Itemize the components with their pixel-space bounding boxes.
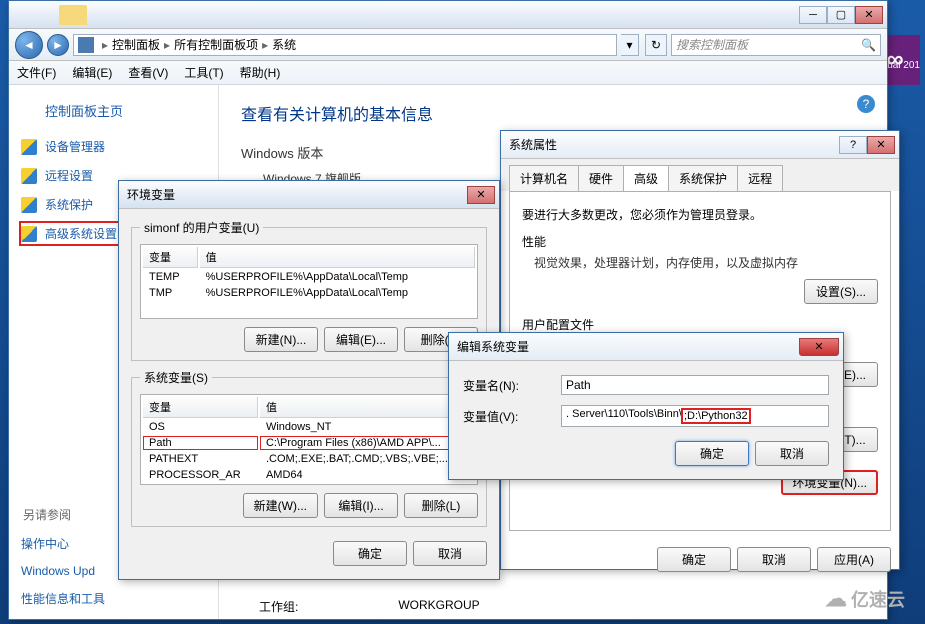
refresh-button[interactable]: ↻ (645, 34, 667, 56)
sysprops-ok-button[interactable]: 确定 (657, 547, 731, 572)
table-row: TMP%USERPROFILE%\AppData\Local\Temp (143, 286, 475, 300)
main-titlebar: ─ ▢ ✕ (9, 1, 887, 29)
sysprops-cancel-button[interactable]: 取消 (737, 547, 811, 572)
menu-bar: 文件(F) 编辑(E) 查看(V) 工具(T) 帮助(H) (9, 61, 887, 85)
shield-icon (21, 197, 37, 213)
crumb-1[interactable]: 控制面板 (112, 36, 160, 53)
shield-icon (21, 139, 37, 155)
user-edit-button[interactable]: 编辑(E)... (324, 327, 398, 352)
edit-variable-dialog: 编辑系统变量 ✕ 变量名(N): 变量值(V): . Server\110\To… (448, 332, 844, 480)
userprof-label: 用户配置文件 (522, 316, 878, 333)
perf-desc: 视觉效果，处理器计划，内存使用，以及虚拟内存 (534, 254, 878, 271)
search-input[interactable]: 搜索控制面板 🔍 (671, 34, 881, 56)
envvar-ok-button[interactable]: 确定 (333, 541, 407, 566)
shield-icon (21, 226, 37, 242)
sys-vars-legend: 系统变量(S) (140, 369, 212, 386)
var-value-input[interactable]: . Server\110\Tools\Binn\;D:\Python32 (561, 405, 829, 427)
user-new-button[interactable]: 新建(N)... (244, 327, 318, 352)
search-icon: 🔍 (861, 38, 876, 52)
breadcrumb[interactable]: ▸ 控制面板 ▸ 所有控制面板项 ▸ 系统 (73, 34, 617, 56)
sys-edit-button[interactable]: 编辑(I)... (324, 493, 398, 518)
tab-protection[interactable]: 系统保护 (668, 165, 738, 191)
minimize-button[interactable]: ─ (799, 6, 827, 24)
crumb-3[interactable]: 系统 (272, 36, 296, 53)
folder-tab-icon (59, 5, 87, 25)
menu-edit[interactable]: 编辑(E) (72, 64, 112, 81)
user-vars-table[interactable]: 变量值 TEMP%USERPROFILE%\AppData\Local\Temp… (140, 244, 478, 319)
menu-help[interactable]: 帮助(H) (240, 64, 281, 81)
var-name-input[interactable] (561, 375, 829, 395)
menu-view[interactable]: 查看(V) (128, 64, 168, 81)
perf-settings-button[interactable]: 设置(S)... (804, 279, 878, 304)
table-row: PATHEXT.COM;.EXE;.BAT;.CMD;.VBS;.VBE;... (143, 452, 475, 466)
envvar-cancel-button[interactable]: 取消 (413, 541, 487, 566)
close-button[interactable]: ✕ (855, 6, 883, 24)
editvar-ok-button[interactable]: 确定 (675, 441, 749, 466)
visual-studio-label: ual 201 (887, 60, 920, 71)
sysprops-close-button[interactable]: ✕ (867, 136, 895, 154)
editvar-cancel-button[interactable]: 取消 (755, 441, 829, 466)
sys-delete-button[interactable]: 删除(L) (404, 493, 478, 518)
nav-forward-button[interactable]: ► (47, 34, 69, 56)
editvar-title: 编辑系统变量 (457, 338, 529, 355)
shield-icon (21, 168, 37, 184)
control-panel-icon (78, 37, 94, 53)
help-icon[interactable]: ? (857, 95, 875, 113)
sys-new-button[interactable]: 新建(W)... (243, 493, 318, 518)
sysprops-help-button[interactable]: ? (839, 136, 867, 154)
table-row: PROCESSOR_ARAMD64 (143, 468, 475, 482)
maximize-button[interactable]: ▢ (827, 6, 855, 24)
menu-file[interactable]: 文件(F) (17, 64, 56, 81)
editvar-close-button[interactable]: ✕ (799, 338, 839, 356)
main-heading: 查看有关计算机的基本信息 (241, 101, 865, 125)
workgroup-label: 工作组: (259, 598, 298, 615)
sysprops-apply-button[interactable]: 应用(A) (817, 547, 891, 572)
sys-vars-fieldset: 系统变量(S) 变量值 OSWindows_NT PathC:\Program … (131, 369, 487, 527)
see-also-perf-info[interactable]: 性能信息和工具 (19, 586, 208, 611)
envvar-title: 环境变量 (127, 186, 175, 203)
sysprops-title: 系统属性 (509, 136, 557, 153)
crumb-2[interactable]: 所有控制面板项 (174, 36, 258, 53)
sysprops-tabs: 计算机名 硬件 高级 系统保护 远程 (501, 159, 899, 191)
table-row: OSWindows_NT (143, 420, 475, 434)
table-row-path: PathC:\Program Files (x86)\AMD APP\... (143, 436, 475, 450)
tab-advanced[interactable]: 高级 (623, 165, 669, 191)
perf-label: 性能 (522, 233, 878, 250)
admin-note: 要进行大多数更改，您必须作为管理员登录。 (522, 206, 878, 223)
menu-tools[interactable]: 工具(T) (184, 64, 223, 81)
watermark: ☁ 亿速云 (825, 586, 905, 612)
var-value-label: 变量值(V): (463, 408, 543, 425)
value-highlight: ;D:\Python32 (681, 408, 751, 424)
workgroup-value: WORKGROUP (398, 598, 479, 615)
sys-vars-table[interactable]: 变量值 OSWindows_NT PathC:\Program Files (x… (140, 394, 478, 485)
sidebar-item-device-manager[interactable]: 设备管理器 (19, 134, 208, 159)
cloud-icon: ☁ (825, 586, 847, 612)
nav-back-button[interactable]: ◄ (15, 31, 43, 59)
env-variables-dialog: 环境变量 ✕ simonf 的用户变量(U) 变量值 TEMP%USERPROF… (118, 180, 500, 580)
envvar-close-button[interactable]: ✕ (467, 186, 495, 204)
nav-bar: ◄ ► ▸ 控制面板 ▸ 所有控制面板项 ▸ 系统 ▾ ↻ 搜索控制面板 🔍 (9, 29, 887, 61)
tab-remote[interactable]: 远程 (737, 165, 783, 191)
sidebar-title[interactable]: 控制面板主页 (45, 101, 208, 120)
user-vars-fieldset: simonf 的用户变量(U) 变量值 TEMP%USERPROFILE%\Ap… (131, 219, 487, 361)
breadcrumb-dropdown[interactable]: ▾ (621, 34, 639, 56)
tab-computer-name[interactable]: 计算机名 (509, 165, 579, 191)
tab-hardware[interactable]: 硬件 (578, 165, 624, 191)
var-name-label: 变量名(N): (463, 377, 543, 394)
user-vars-legend: simonf 的用户变量(U) (140, 219, 263, 236)
table-row: TEMP%USERPROFILE%\AppData\Local\Temp (143, 270, 475, 284)
